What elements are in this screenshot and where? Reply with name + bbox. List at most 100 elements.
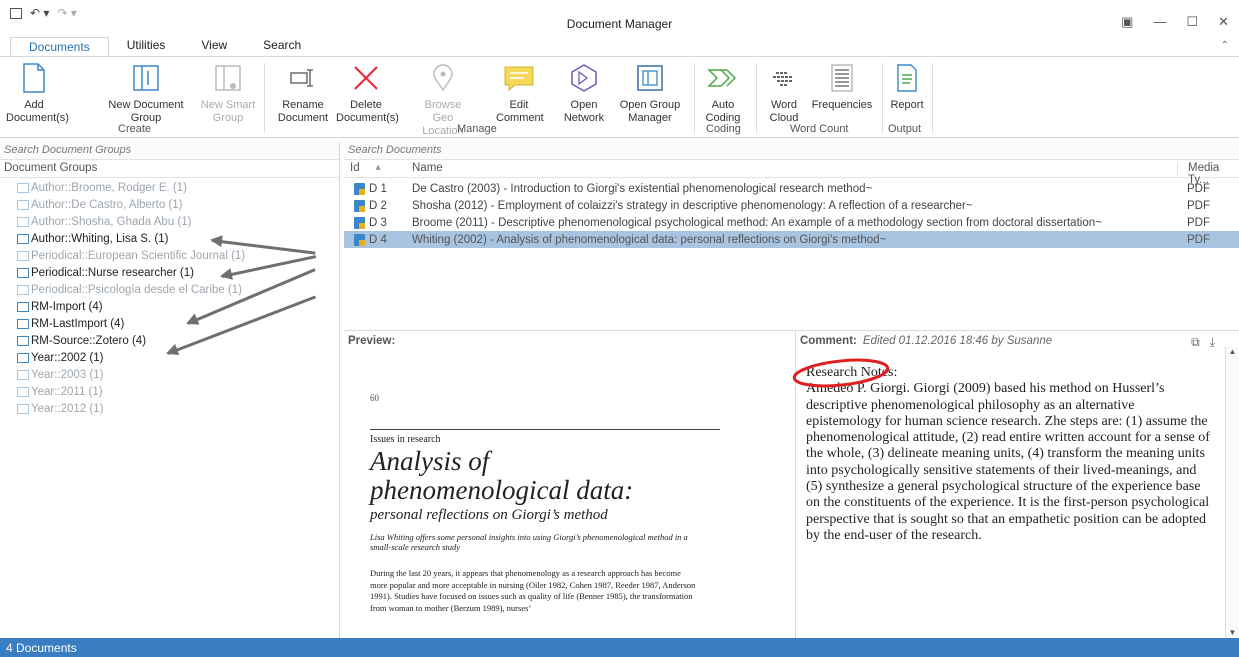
list-item[interactable]: Year::2011 (1) [0, 383, 339, 400]
ribbon-separator [882, 63, 883, 133]
list-item[interactable]: Author::Broome, Rodger E. (1) [0, 179, 339, 196]
tab-utilities[interactable]: Utilities [109, 36, 184, 56]
report-button[interactable]: Report [886, 61, 928, 112]
search-document-groups-input[interactable]: Search Document Groups [0, 142, 339, 160]
ribbon-display-icon[interactable]: ▣ [1121, 14, 1133, 30]
group-label-coding: Coding [706, 123, 741, 135]
documents-header: Id ▲ Name Media Ty... [344, 160, 1239, 186]
group-icon [17, 216, 29, 227]
list-item[interactable]: Author::De Castro, Alberto (1) [0, 196, 339, 213]
smart-group-icon [215, 65, 241, 91]
preview-label: Preview: [348, 335, 396, 347]
column-id[interactable]: Id ▲ [344, 162, 404, 175]
list-item[interactable]: Year::2003 (1) [0, 366, 339, 383]
frequencies-button[interactable]: Frequencies [806, 61, 878, 112]
column-name[interactable]: Name [404, 162, 1177, 175]
paper-body: During the last 20 years, it appears tha… [370, 568, 696, 613]
delete-documents-button[interactable]: Delete Document(s) [336, 61, 399, 125]
table-row-selected[interactable]: D 4 Whiting (2002) - Analysis of phenomen… [344, 231, 1239, 248]
list-item[interactable]: Author::Whiting, Lisa S. (1) [0, 230, 339, 247]
preview-pane: Preview: 60 Issues in research Analysis … [344, 330, 796, 638]
pdf-document-icon [354, 199, 365, 212]
group-icon [133, 65, 159, 91]
close-button[interactable]: ✕ [1218, 14, 1229, 30]
ribbon-separator [694, 63, 695, 133]
edit-comment-button[interactable]: Edit Comment [496, 61, 544, 125]
comment-body[interactable]: Research Notes: Amedeo P. Giorgi. Giorgi… [806, 365, 1211, 544]
frequencies-icon [831, 64, 853, 92]
location-pin-icon [433, 64, 453, 92]
minimize-button[interactable]: — [1153, 14, 1166, 30]
ribbon: Add Document(s) New Document Group New S… [0, 56, 1239, 138]
tab-search[interactable]: Search [245, 36, 319, 56]
column-media-type[interactable]: Media Ty... [1177, 162, 1239, 186]
add-documents-button[interactable]: Add Document(s) [6, 61, 69, 125]
comment-icon [504, 66, 534, 92]
network-icon [571, 64, 597, 92]
search-documents-input[interactable]: Search Documents [344, 142, 1239, 160]
group-icon [17, 318, 29, 329]
table-row[interactable]: D 1 De Castro (2003) - Introduction to Gi… [344, 180, 1239, 197]
comment-scrollbar[interactable]: ▲ ▼ [1225, 347, 1239, 639]
ribbon-separator [264, 63, 265, 133]
tab-documents[interactable]: Documents [10, 37, 109, 57]
status-text: 4 Documents [6, 641, 77, 655]
new-document-group-button[interactable]: New Document Group [108, 61, 184, 125]
word-cloud-icon [773, 72, 793, 86]
scroll-down-icon[interactable]: ▼ [1226, 628, 1239, 637]
group-label-output: Output [888, 123, 922, 135]
list-item[interactable]: RM-LastImport (4) [0, 315, 339, 332]
groups-list: Author::Broome, Rodger E. (1) Author::De… [0, 178, 339, 417]
document-groups-header[interactable]: Document Groups [0, 160, 339, 178]
comment-label: Comment: [800, 335, 857, 347]
comment-meta: Edited 01.12.2016 18:46 by Susanne [862, 335, 1053, 347]
rename-document-button[interactable]: Rename Document [274, 61, 332, 125]
group-icon [17, 199, 29, 210]
group-icon [17, 386, 29, 397]
window-title: Document Manager [566, 17, 673, 31]
group-icon [17, 250, 29, 261]
maximize-button[interactable]: ☐ [1186, 14, 1198, 30]
sort-ascending-icon: ▲ [373, 162, 383, 172]
preview-page[interactable]: 60 Issues in research Analysis of phenom… [370, 393, 720, 614]
group-icon [17, 335, 29, 346]
document-icon [23, 63, 45, 93]
table-row[interactable]: D 3 Broome (2011) - Descriptive phenomeno… [344, 214, 1239, 231]
group-label-create: Create [118, 123, 152, 135]
paper-title-line1: Analysis of [370, 446, 490, 476]
title-bar: ↶ ▾ ↷ ▾ Document Manager ▣ — ☐ ✕ [0, 0, 1239, 34]
list-item[interactable]: Year::2012 (1) [0, 400, 339, 417]
comment-pane: Comment: Edited 01.12.2016 18:46 by Susa… [792, 330, 1239, 639]
page-number: 60 [370, 393, 379, 403]
group-icon [17, 233, 29, 244]
comment-header: Comment: Edited 01.12.2016 18:46 by Susa… [796, 331, 1239, 351]
auto-coding-icon [707, 69, 737, 87]
auto-coding-button[interactable]: Auto Coding [700, 61, 746, 125]
export-icon[interactable]: ⤓ [1210, 335, 1215, 350]
pdf-document-icon [354, 233, 365, 246]
tab-view[interactable]: View [183, 36, 245, 56]
open-group-manager-button[interactable]: Open Group Manager [616, 61, 684, 125]
open-network-button[interactable]: Open Network [560, 61, 608, 125]
divider [370, 429, 720, 430]
group-icon [17, 369, 29, 380]
new-smart-group-button[interactable]: New Smart Group [198, 61, 258, 125]
ribbon-tabs: Documents Utilities View Search [10, 36, 319, 57]
list-item[interactable]: Author::Shosha, Ghada Abu (1) [0, 213, 339, 230]
group-icon [17, 301, 29, 312]
list-item[interactable]: Periodical::Psicología desde el Caribe (… [0, 281, 339, 298]
table-row[interactable]: D 2 Shosha (2012) - Employment of colaizz… [344, 197, 1239, 214]
group-manager-icon [637, 65, 663, 91]
collapse-ribbon-icon[interactable]: ⌃ [1221, 40, 1229, 51]
status-bar: 4 Documents [0, 638, 1239, 657]
word-cloud-button[interactable]: Word Cloud [762, 61, 806, 125]
delete-icon [354, 66, 378, 90]
scroll-up-icon[interactable]: ▲ [1226, 347, 1239, 356]
group-label-manage: Manage [457, 123, 497, 135]
group-icon [17, 267, 29, 278]
documents-table: D 1 De Castro (2003) - Introduction to Gi… [344, 178, 1239, 248]
document-groups-pane: Search Document Groups Document Groups A… [0, 142, 340, 638]
open-editor-icon[interactable]: ⧉ [1191, 335, 1200, 350]
group-icon [17, 182, 29, 193]
pdf-document-icon [354, 182, 365, 195]
